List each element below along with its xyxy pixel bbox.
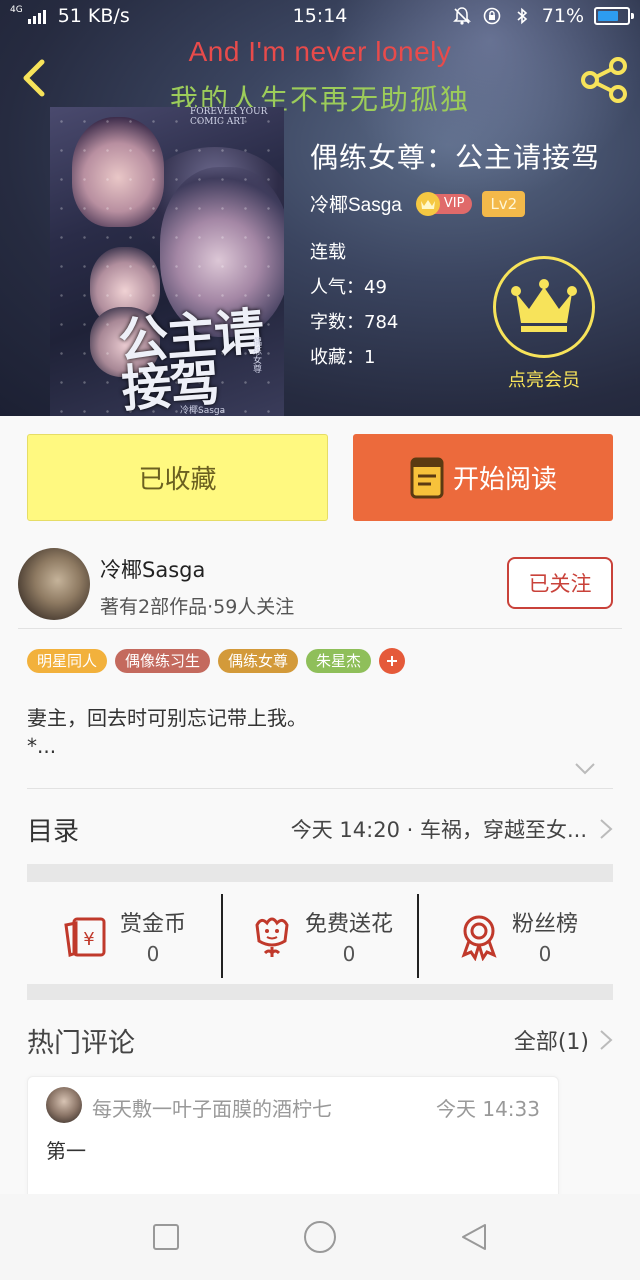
member-label[interactable]: 点亮会员 [480,366,608,392]
author-avatar[interactable] [18,548,90,620]
send-flower-button[interactable]: 免费送花 0 [221,894,417,978]
book-icon [410,457,444,498]
divider [18,628,622,629]
expand-chevron-down-icon[interactable] [574,762,596,776]
start-reading-label: 开始阅读 [452,465,557,495]
book-description: 妻主，回去时可别忘记带上我。 *... [27,704,613,760]
toc-title: 目录 [27,816,80,847]
system-navigation-bar [0,1194,640,1280]
section-separator [27,864,613,882]
favorited-button[interactable]: 已收藏 [27,434,328,521]
cover-author: 冷椰Sasga [180,406,226,416]
reward-bar: ¥ 赏金币 0 免费送花 0 粉丝榜 0 [27,894,613,978]
book-favorites: 收藏：1 [310,347,376,368]
description-line: *... [27,734,57,758]
chevron-right-icon[interactable] [599,1029,613,1051]
favorited-label: 已收藏 [138,465,217,495]
fan-ranking-text: 粉丝榜 0 [512,906,578,966]
crown-icon [511,279,577,332]
book-title: 偶练女尊：公主请接驾 [310,141,601,174]
plus-icon [387,656,398,666]
following-label: 已关注 [528,572,592,596]
reward-label: 赏金币 [119,912,186,937]
bluetooth-icon [512,6,532,26]
send-flower-text: 免费送花 0 [305,906,393,966]
table-of-contents-row[interactable]: 目录 今天 14:20 · 车祸，穿越至女... [27,802,613,856]
network-type-label: 4G [10,4,23,15]
fan-ranking-button[interactable]: 粉丝榜 0 [417,894,613,978]
book-author-row: 冷椰Sasga VIP Lv2 [310,190,526,217]
following-button[interactable]: 已关注 [507,557,613,609]
triangle-back-icon [462,1224,486,1250]
award-ribbon-icon [461,915,497,961]
book-header: 4G 51 KB/s 15:14 71% And I'm never lonel… [0,0,640,416]
comment-text: 第一 [46,1139,86,1163]
tag-chip[interactable]: 朱星杰 [306,649,372,673]
divider [27,788,613,789]
book-detail-content: 已收藏 开始阅读 冷椰Sasga 著有2部作品·59人关注 已关注 明星同人 偶… [0,416,640,1280]
commenter-avatar[interactable] [46,1087,82,1123]
reward-count: 0 [146,942,160,966]
reward-label: 免费送花 [304,912,393,937]
reward-coins-button[interactable]: ¥ 赏金币 0 [27,894,221,978]
level-badge: Lv2 [482,190,526,217]
reward-label: 粉丝榜 [511,912,578,937]
hot-comments-title: 热门评论 [27,1027,135,1059]
reward-coins-text: 赏金币 0 [120,906,186,966]
book-author-name[interactable]: 冷椰Sasga [310,190,402,217]
status-bar: 4G 51 KB/s 15:14 71% [0,0,640,32]
flower-icon [255,917,289,957]
rotation-lock-icon [482,6,502,26]
chevron-right-icon [600,819,613,839]
author-summary: 著有2部作品·59人关注 [100,596,295,618]
reward-count: 0 [342,942,356,966]
author-section: 冷椰Sasga 著有2部作品·59人关注 已关注 [0,544,640,628]
latest-chapter: 今天 14:20 · 车祸，穿越至女... [290,818,587,842]
cover-credit: 偶练女尊 [251,337,261,373]
recent-apps-button[interactable] [149,1220,183,1254]
commenter-name[interactable]: 每天敷一叶子面膜的酒柠七 [92,1093,332,1122]
book-status: 连载 [310,242,346,263]
crown-icon [415,191,440,216]
battery-percent: 71% [541,5,584,27]
mute-bell-icon [452,6,472,26]
battery-level-fill [598,11,618,21]
status-left: 4G 51 KB/s [10,5,130,27]
section-separator [27,984,613,1000]
comment-time: 今天 14:33 [436,1097,540,1121]
add-tag-button[interactable] [379,648,406,674]
vip-badge: VIP [415,191,473,216]
network-speed: 51 KB/s [57,5,130,27]
tag-list: 明星同人 偶像练习生 偶练女尊 朱星杰 [27,648,406,674]
all-comments-link[interactable]: 全部(1) [514,1024,589,1056]
signal-icon [27,8,46,24]
tag-chip[interactable]: 偶练女尊 [218,649,299,673]
tag-chip[interactable]: 明星同人 [27,649,108,673]
start-reading-button[interactable]: 开始阅读 [353,434,613,521]
book-cover[interactable]: FOREVER YOUR COMIC ART 公主请接驾 偶练女尊 冷椰Sasg… [50,107,284,416]
description-line: 妻主，回去时可别忘记带上我。 [27,706,307,730]
book-popularity: 人气：49 [310,277,387,298]
red-envelope-icon: ¥ [64,917,106,957]
status-right: 71% [452,5,634,27]
system-back-button[interactable] [457,1220,491,1254]
book-word-count: 字数：784 [310,312,399,333]
member-button[interactable] [493,256,595,358]
square-icon [153,1224,179,1250]
tag-chip[interactable]: 偶像练习生 [115,649,211,673]
battery-icon [594,7,634,25]
author-name[interactable]: 冷椰Sasga [100,554,205,584]
svg-text:¥: ¥ [83,929,94,950]
circle-icon [304,1221,336,1253]
reward-count: 0 [538,942,552,966]
home-button[interactable] [303,1220,337,1254]
hot-comments-header: 热门评论 全部(1) [27,1020,613,1060]
lyric-line-english: And I'm never lonely [188,36,452,67]
cover-top-text: FOREVER YOUR COMIC ART [190,107,268,127]
